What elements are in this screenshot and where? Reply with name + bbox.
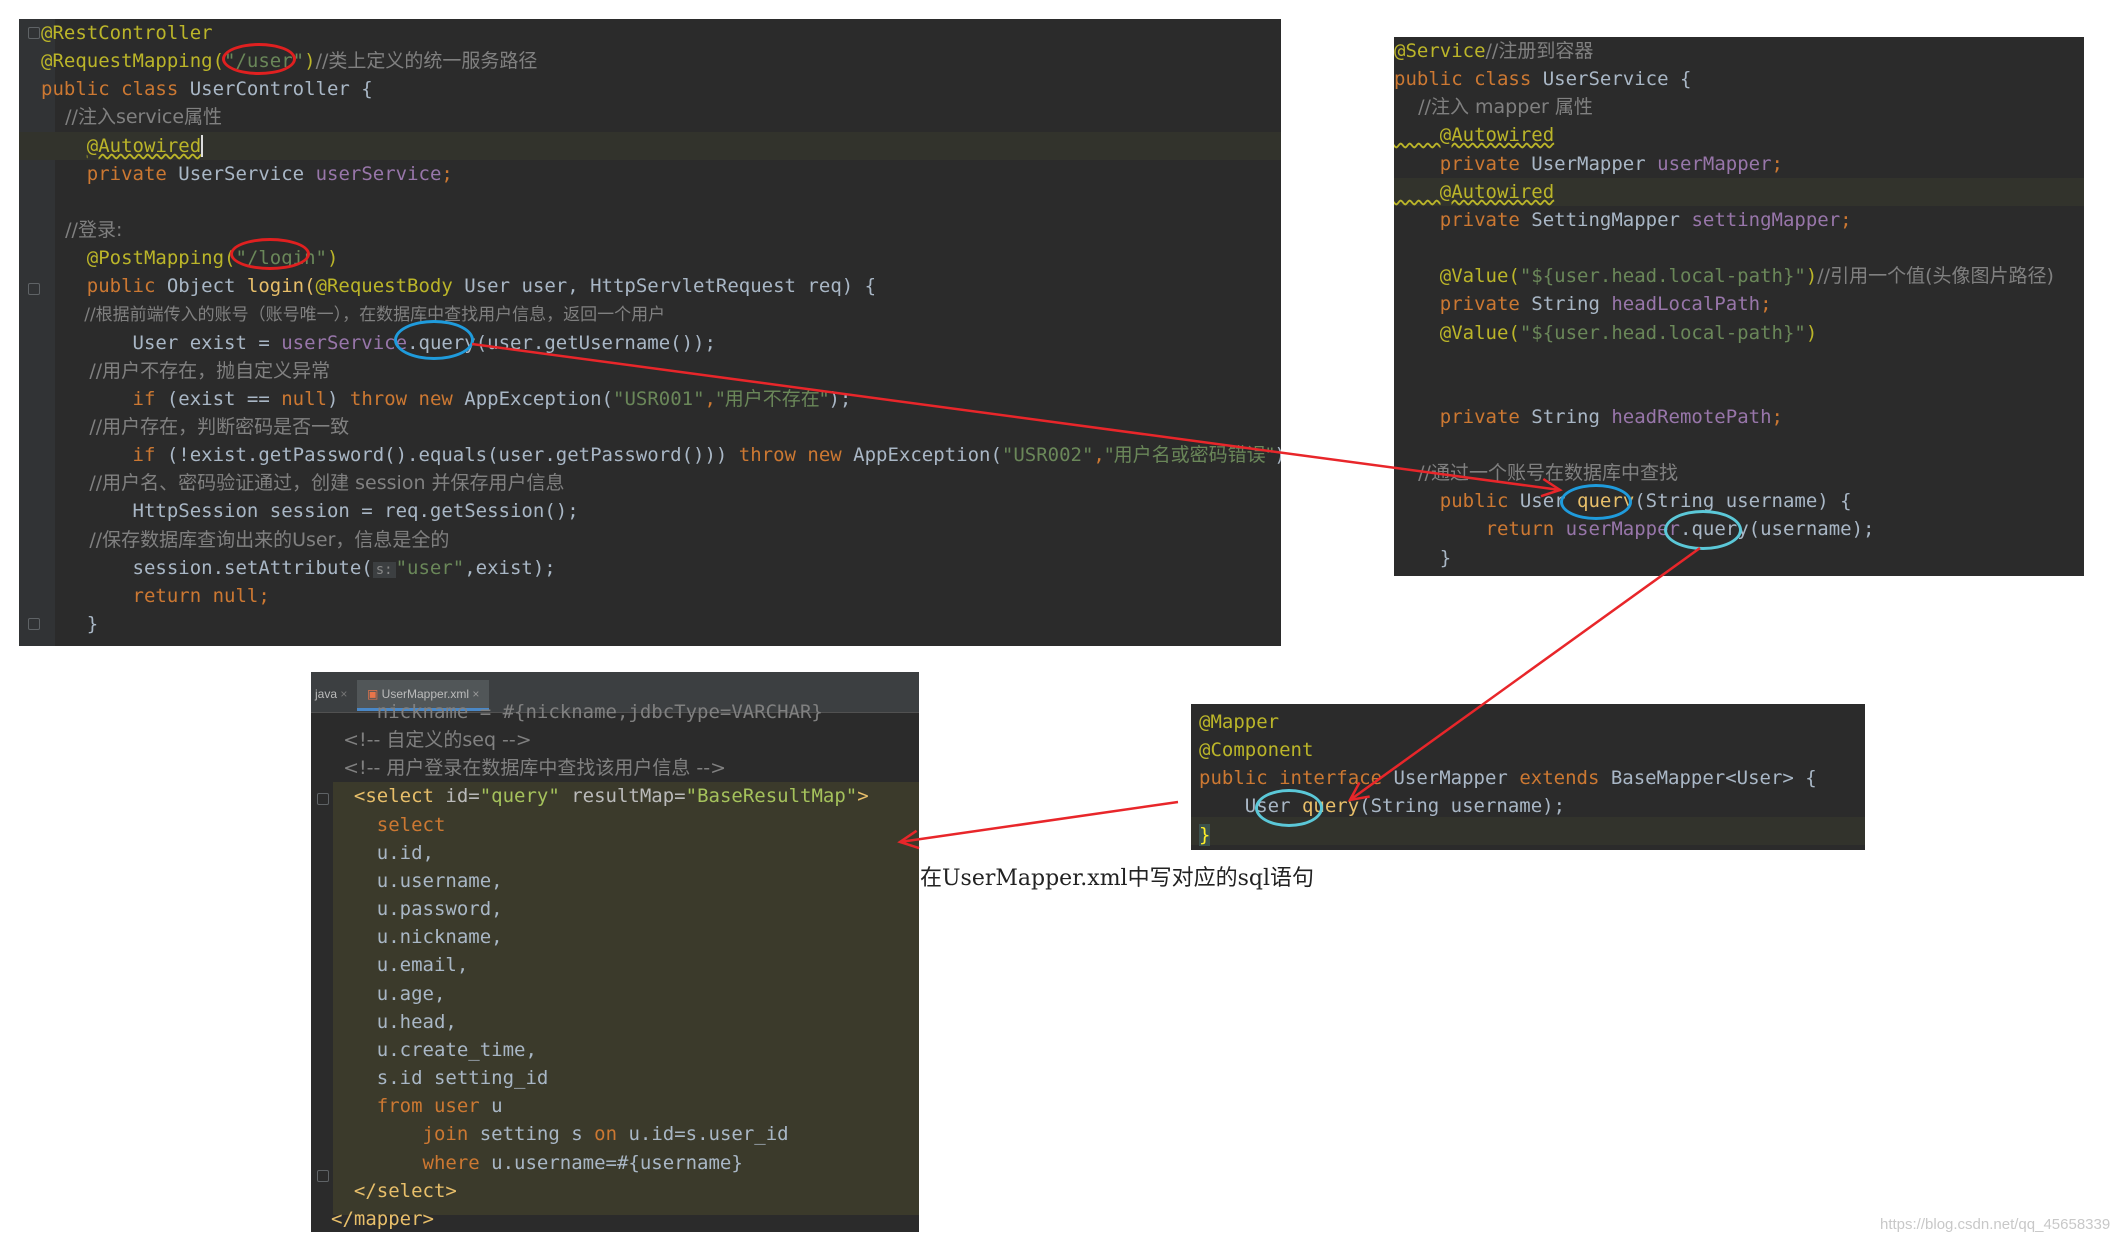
watermark: https://blog.csdn.net/qq_45658339 [1880,1216,2111,1233]
arrow-line [471,342,1561,492]
arrow-line [1349,546,1701,802]
arrow-overlay [471,342,1701,850]
caption-text: 在UserMapper.xml中写对应的sql语句 [920,866,1315,891]
arrows [471,342,1701,850]
arrow-line [899,800,1179,844]
